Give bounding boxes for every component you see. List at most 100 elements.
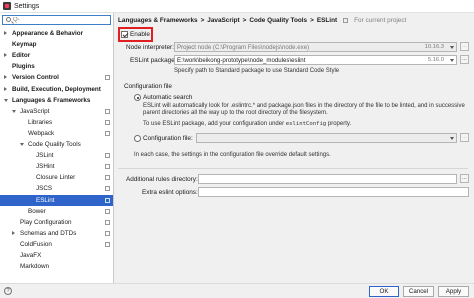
project-scope-icon (105, 153, 110, 159)
sidebar-item-label: ColdFusion (20, 240, 52, 248)
node-interpreter-prefix: Project (177, 44, 196, 51)
sidebar-item-label: Play Configuration (20, 218, 72, 226)
chevron-right-icon[interactable] (4, 86, 7, 91)
sidebar-item-label: Editor (12, 52, 31, 60)
configuration-file-browse-button[interactable]: … (460, 133, 469, 142)
sidebar-item[interactable]: JavaFX (0, 250, 113, 261)
chevron-down-icon[interactable] (12, 109, 16, 113)
sidebar-item[interactable]: Editor (0, 50, 113, 61)
sidebar-item[interactable]: JSLint (0, 150, 113, 161)
automatic-search-radio[interactable] (134, 94, 141, 101)
breadcrumb-separator: > (310, 17, 314, 24)
override-note: In each case, the settings in the config… (134, 152, 331, 158)
chevron-down-icon[interactable] (4, 98, 8, 102)
breadcrumb-item: JavaScript (207, 17, 240, 24)
settings-sidebar: Appearance & Behavior Keymap Editor Plugins… (0, 13, 114, 283)
dialog-button-bar: ? OK Cancel Apply (0, 283, 474, 298)
breadcrumb: Languages & Frameworks > JavaScript > Code Q… (118, 17, 406, 27)
project-scope-icon (105, 175, 110, 181)
node-interpreter-browse-button[interactable]: … (460, 42, 469, 51)
enable-checkbox[interactable] (121, 31, 128, 38)
chevron-right-icon[interactable] (4, 53, 7, 58)
sidebar-item[interactable]: Appearance & Behavior (0, 28, 113, 39)
breadcrumb-separator: > (200, 17, 205, 24)
configuration-file-input[interactable] (196, 133, 457, 143)
node-interpreter-version: 10.16.3 (424, 44, 444, 50)
sidebar-item[interactable]: Languages & Frameworks (0, 95, 113, 106)
sidebar-item[interactable]: Markdown (0, 261, 113, 272)
eslint-config-code: eslintConfig (285, 121, 327, 127)
project-scope-icon (105, 241, 110, 247)
configuration-file-radio[interactable] (134, 135, 141, 142)
settings-search-box[interactable] (2, 15, 111, 25)
sidebar-item-label: Libraries (28, 118, 53, 126)
title-bar: Settings (0, 0, 474, 13)
node-interpreter-label: Node interpreter: (126, 44, 174, 51)
automatic-search-description-line2: parent directories all the way up to the… (143, 110, 328, 116)
project-scope-icon (105, 186, 110, 192)
sidebar-item-label: ESLint (36, 196, 55, 204)
settings-search-input[interactable] (13, 16, 108, 24)
project-scope-icon (105, 130, 110, 136)
chevron-down-icon[interactable] (450, 137, 454, 140)
window-title: Settings (14, 3, 40, 10)
chevron-right-icon[interactable] (4, 31, 7, 35)
automatic-search-label: Automatic search (143, 94, 193, 101)
sidebar-item[interactable]: Version Control (0, 72, 113, 83)
eslint-package-browse-button[interactable]: … (460, 55, 469, 64)
sidebar-item[interactable]: Webpack (0, 128, 113, 139)
ok-button[interactable]: OK (369, 286, 399, 297)
sidebar-item[interactable]: Bower (0, 206, 113, 217)
project-scope-icon (105, 75, 110, 81)
configuration-file-label: Configuration file: (143, 135, 193, 142)
node-interpreter-select[interactable]: Project node (C:\Program Files\nodejs\no… (174, 42, 457, 52)
sidebar-item[interactable]: Closure Linter (0, 172, 113, 183)
eslint-package-version: 5.16.0 (427, 57, 444, 63)
apply-button[interactable]: Apply (438, 286, 469, 297)
sidebar-item-label: Build, Execution, Deployment (12, 85, 101, 93)
chevron-down-icon[interactable] (450, 59, 454, 62)
enable-label: Enable (130, 31, 150, 38)
eslint-package-select[interactable]: E:\work\beikong-prototype\node_modules\e… (174, 55, 457, 65)
sidebar-item-label: Languages & Frameworks (12, 96, 91, 104)
sidebar-item-label: JSCS (36, 185, 53, 193)
chevron-down-icon[interactable] (20, 143, 24, 146)
sidebar-item-label: Keymap (12, 41, 37, 49)
project-scope-icon (105, 208, 110, 214)
sidebar-item[interactable]: JSHint (0, 161, 113, 172)
sidebar-item[interactable]: JavaScript (0, 106, 113, 117)
sidebar-item[interactable]: Plugins (0, 61, 113, 72)
chevron-down-icon[interactable] (450, 46, 454, 49)
sidebar-item-label: JSLint (36, 152, 54, 160)
sidebar-item[interactable]: Play Configuration (0, 217, 113, 228)
configuration-section-title: Configuration file (124, 83, 172, 90)
help-icon[interactable]: ? (4, 287, 12, 295)
chevron-right-icon[interactable] (4, 75, 7, 80)
rules-directory-browse-button[interactable]: … (460, 174, 469, 183)
sidebar-item-label: Markdown (20, 263, 50, 271)
sidebar-item-label: Webpack (28, 129, 55, 137)
sidebar-item[interactable]: Code Quality Tools (0, 139, 113, 150)
extra-options-input[interactable] (198, 187, 469, 197)
breadcrumb-item: Code Quality Tools (249, 17, 308, 24)
eslint-package-value: E:\work\beikong-prototype\node_modules\e… (177, 57, 306, 64)
section-divider (118, 168, 468, 169)
sidebar-item[interactable]: Schemas and DTDs (0, 228, 113, 239)
chevron-right-icon[interactable] (12, 230, 15, 235)
sidebar-item[interactable]: Build, Execution, Deployment (0, 84, 113, 95)
rules-directory-label: Additional rules directory: (126, 176, 198, 183)
rules-directory-input[interactable] (198, 174, 457, 184)
extra-options-label: Extra eslint options: (142, 189, 198, 196)
sidebar-item[interactable]: ESLint (0, 194, 113, 206)
sidebar-item[interactable]: Libraries (0, 117, 113, 128)
sidebar-item-label: Bower (28, 207, 46, 215)
project-scope-icon (105, 230, 110, 236)
sidebar-item[interactable]: JSCS (0, 183, 113, 194)
standard-style-hint: Specify path to Standard package to use … (174, 68, 340, 74)
sidebar-item-label: Closure Linter (36, 174, 76, 182)
sidebar-item-label: Schemas and DTDs (20, 229, 77, 237)
cancel-button[interactable]: Cancel (403, 286, 434, 297)
sidebar-item[interactable]: Keymap (0, 39, 113, 50)
sidebar-item[interactable]: ColdFusion (0, 239, 113, 250)
project-scope-icon (105, 164, 110, 170)
